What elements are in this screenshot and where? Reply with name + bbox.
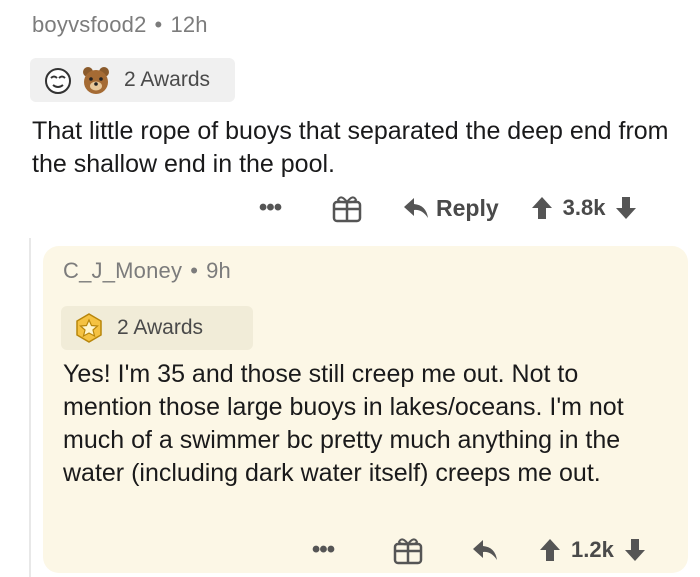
awards-pill[interactable]: 2 Awards [61,306,253,350]
awards-label: 2 Awards [124,68,210,91]
thread-line[interactable] [29,238,31,577]
score: 1.2k [571,537,614,562]
bear-award-icon [83,67,109,94]
reply-label: Reply [436,194,499,221]
gift-award-icon[interactable] [391,535,425,565]
comment-meta: boyvsfood2 • 12h [32,12,208,38]
star-award-icon [76,313,102,343]
username[interactable]: C_J_Money [63,258,182,283]
comment-body: Yes! I'm 35 and those still creep me out… [63,360,624,487]
downvote-icon[interactable] [615,196,637,220]
more-options-button[interactable]: ••• [303,538,343,562]
more-options-button[interactable]: ••• [250,196,290,220]
comment-meta: C_J_Money • 9h [63,258,231,284]
vote-controls: 1.2k [539,537,646,563]
reply-button[interactable]: Reply [402,195,499,222]
comment-age: 12h [170,12,208,37]
awards-label: 2 Awards [117,316,203,339]
comment-actions: ••• Reply 3.8k [250,188,637,228]
comment-actions: ••• 1.2k [303,532,646,568]
parent-comment: boyvsfood2 • 12h 2 Awards That little rope… [0,0,700,238]
score: 3.8k [562,195,606,220]
face-award-icon [45,68,71,94]
reply-arrow-icon [404,198,428,218]
meta-separator: • [154,12,163,37]
username[interactable]: boyvsfood2 [32,12,147,37]
comment-body: That little rope of buoys that separated… [32,117,669,178]
awards-pill[interactable]: 2 Awards [30,58,235,102]
vote-controls: 3.8k [531,195,638,221]
reply-button[interactable] [471,538,499,562]
reply-comment: C_J_Money • 9h 2 Awards Yes! I'm 35 and th… [43,246,688,573]
upvote-icon[interactable] [531,196,553,220]
upvote-icon[interactable] [539,538,561,562]
comment-age: 9h [206,258,231,283]
reply-arrow-icon [473,540,497,560]
meta-separator: • [190,258,199,283]
downvote-icon[interactable] [624,538,646,562]
gift-award-icon[interactable] [330,193,364,223]
